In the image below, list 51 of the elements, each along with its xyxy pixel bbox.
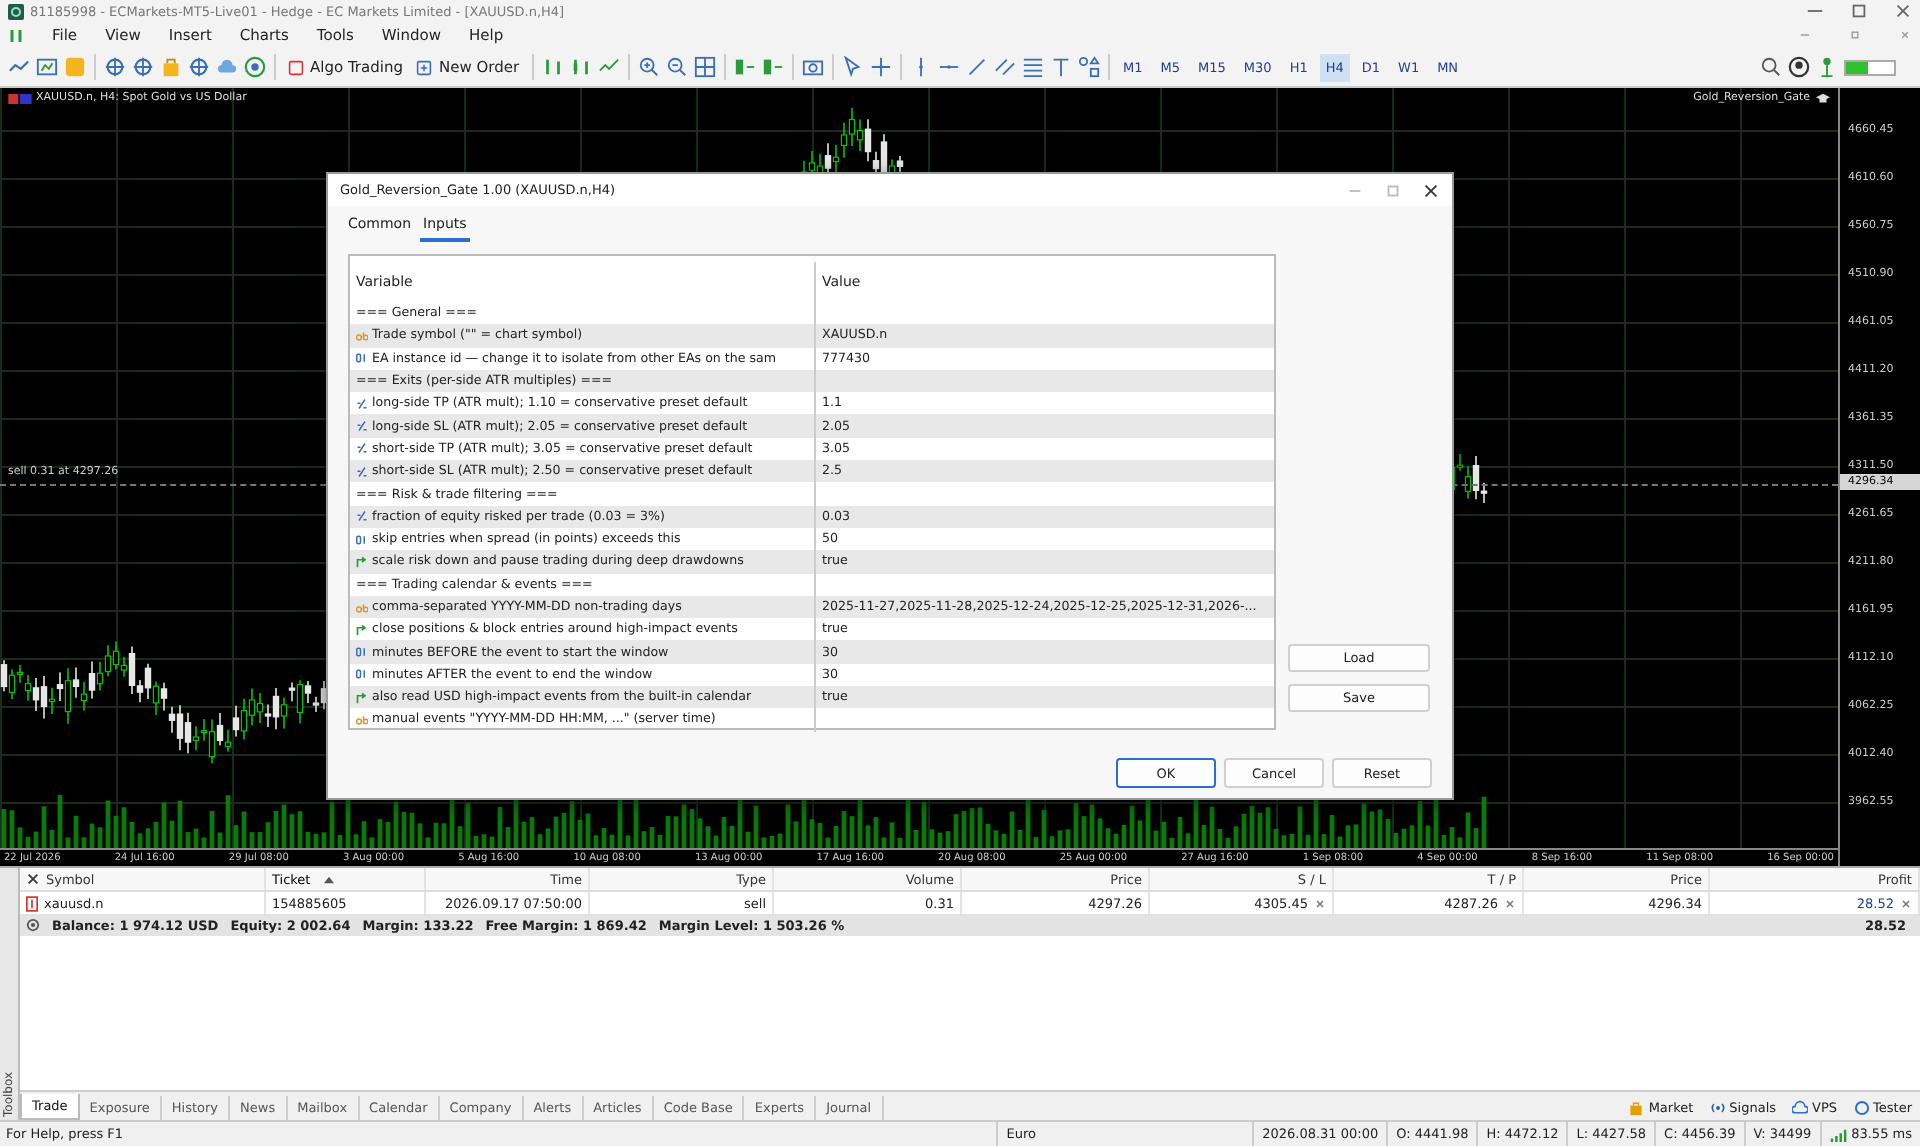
remove-icon[interactable] [1504, 897, 1516, 909]
string-icon [356, 329, 368, 342]
stop-icon [288, 59, 304, 75]
app-icon [8, 3, 24, 19]
fibonacci-icon[interactable] [1021, 56, 1044, 78]
camera-icon[interactable] [801, 56, 824, 78]
sort-icon [324, 875, 335, 883]
number-icon [356, 533, 368, 546]
cursor-icon[interactable] [841, 56, 864, 78]
bag-icon [1628, 1100, 1645, 1116]
chart-icon [8, 27, 24, 43]
fraction-icon [356, 420, 368, 433]
string-icon [356, 713, 368, 726]
status-icon [26, 918, 40, 932]
zoom-out-icon[interactable] [665, 56, 688, 78]
bag-icon[interactable] [160, 56, 182, 78]
globe-icon[interactable] [244, 56, 266, 78]
close-icon[interactable] [1422, 181, 1440, 199]
sell-icon [26, 895, 38, 911]
circle-icon [1853, 1100, 1870, 1116]
account-icon[interactable] [1788, 56, 1810, 78]
fraction-icon [356, 465, 368, 478]
remove-icon[interactable] [1314, 897, 1326, 909]
grid-icon[interactable] [693, 56, 716, 78]
order-icon [416, 59, 433, 75]
search-icon[interactable] [1760, 56, 1782, 78]
bar-chart-icon[interactable] [541, 56, 564, 78]
close-icon[interactable] [26, 872, 40, 886]
flag-icon [8, 93, 32, 103]
cloud-icon [1792, 1100, 1809, 1116]
fraction-icon [356, 397, 368, 410]
number-icon [356, 352, 368, 365]
text-tool-icon[interactable] [1049, 56, 1072, 78]
fraction-icon [356, 510, 368, 523]
arrow-icon [356, 623, 368, 636]
string-icon [356, 601, 368, 613]
arrow-icon [356, 691, 368, 704]
arrow-icon [356, 555, 368, 568]
number-icon [356, 668, 368, 681]
trend-line-icon[interactable] [965, 56, 988, 78]
number-icon [356, 646, 368, 659]
template-icon[interactable] [36, 56, 58, 78]
fraction-icon [356, 442, 368, 455]
connection-meter-icon [1844, 59, 1896, 75]
close-position-icon[interactable] [1900, 897, 1912, 909]
zoom-in-icon[interactable] [637, 56, 660, 78]
candlestick-icon[interactable] [569, 56, 592, 78]
channel-icon[interactable] [993, 56, 1016, 78]
shapes-icon[interactable] [1077, 56, 1100, 78]
signal-strength-icon [1829, 1127, 1848, 1141]
crosshair-icon[interactable] [869, 56, 892, 78]
